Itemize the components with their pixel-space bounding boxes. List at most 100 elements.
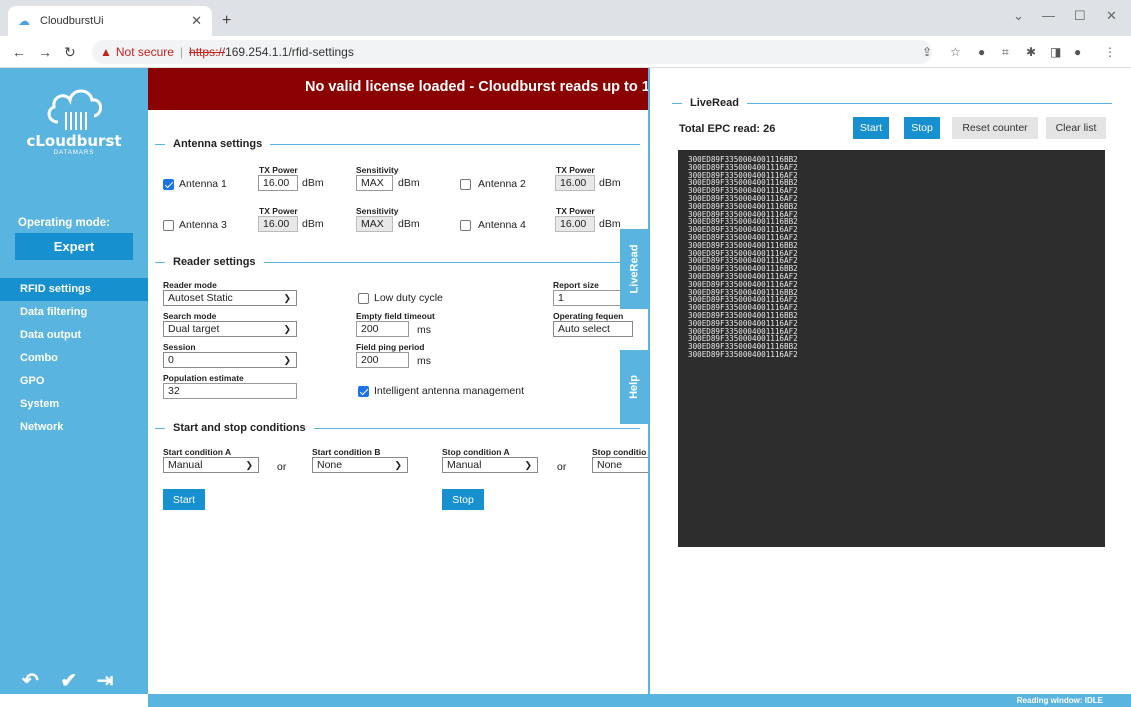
reset-counter-button[interactable]: Reset counter	[952, 117, 1038, 139]
undo-icon[interactable]: ↶	[22, 670, 39, 692]
reader-settings-header: Reader settings	[155, 255, 640, 269]
logo-word: cLoudburst	[26, 132, 122, 150]
antenna-2-checkbox[interactable]	[460, 179, 471, 190]
sidebar-item-data-filtering[interactable]: Data filtering	[0, 301, 148, 324]
check-icon[interactable]: ✔	[60, 670, 77, 692]
search-mode-label: Search mode	[163, 311, 217, 321]
antenna-2-tx-input[interactable]: 16.00	[555, 175, 595, 191]
sidebar-item-data-output[interactable]: Data output	[0, 324, 148, 347]
screenshot-icon[interactable]: ⌗	[1002, 45, 1009, 60]
low-duty-label: Low duty cycle	[374, 292, 443, 304]
operating-mode-label: Operating mode:	[18, 217, 111, 229]
stop-a-select[interactable]: Manual ❯	[442, 457, 538, 473]
epc-list[interactable]: 300ED89F3350004001116BB2 300ED89F33500040…	[678, 150, 1105, 547]
conditions-header: Start and stop conditions	[155, 421, 640, 435]
antenna-4-tx-input[interactable]: 16.00	[555, 216, 595, 232]
antenna-1-checkbox[interactable]	[163, 179, 174, 190]
stop-button[interactable]: Stop	[442, 489, 484, 510]
report-size-input[interactable]: 1	[553, 290, 623, 306]
intelligent-antenna-checkbox[interactable]	[358, 386, 369, 397]
search-mode-value: Dual target	[168, 323, 220, 335]
browser-tabstrip: ☁ CloudburstUi ✕ + ⌄ — ☐ ✕	[0, 0, 1131, 36]
puzzle-icon[interactable]: ✱	[1026, 45, 1036, 59]
start-b-select[interactable]: None ❯	[312, 457, 408, 473]
live-stop-button[interactable]: Stop	[904, 117, 940, 139]
stop-a-label: Stop condition A	[442, 447, 510, 457]
close-tab-icon[interactable]: ✕	[191, 13, 202, 29]
tab-title: CloudburstUi	[40, 15, 104, 27]
start-button[interactable]: Start	[163, 489, 205, 510]
empty-timeout-input[interactable]: 200	[356, 321, 409, 337]
share-icon[interactable]: ⇪	[922, 45, 932, 59]
op-freq-label: Operating fequen	[553, 311, 624, 321]
start-a-select[interactable]: Manual ❯	[163, 457, 259, 473]
browser-tab[interactable]: ☁ CloudburstUi ✕	[8, 6, 212, 36]
sidebar-item-gpo[interactable]: GPO	[0, 370, 148, 393]
liveread-header: LiveRead	[672, 96, 1112, 110]
antenna-1-tx-input[interactable]: 16.00	[258, 175, 298, 191]
maximize-icon[interactable]: ☐	[1074, 8, 1086, 24]
cloud-icon: ☁	[18, 14, 30, 28]
reload-icon[interactable]: ↻	[64, 44, 76, 61]
reader-mode-select[interactable]: Autoset Static ❯	[163, 290, 297, 306]
antenna-4-checkbox[interactable]	[460, 220, 471, 231]
ms-label: ms	[417, 355, 431, 367]
extension-icon[interactable]: ●	[978, 45, 985, 59]
search-mode-select[interactable]: Dual target ❯	[163, 321, 297, 337]
operating-mode-button[interactable]: Expert	[15, 233, 133, 260]
sensitivity-label: Sensitivity	[356, 206, 399, 216]
chevron-down-icon: ❯	[245, 460, 253, 470]
sidebar-item-combo[interactable]: Combo	[0, 347, 148, 370]
tx-power-label: TX Power	[259, 165, 298, 175]
live-start-button[interactable]: Start	[853, 117, 889, 139]
chevron-down-icon[interactable]: ⌄	[1013, 8, 1024, 24]
antenna-3-tx-input[interactable]: 16.00	[258, 216, 298, 232]
chevron-down-icon: ❯	[283, 293, 291, 303]
menu-icon[interactable]: ⋮	[1104, 45, 1116, 59]
url-field[interactable]: ▲ Not secure | https:// 169.254.1.1/rfid…	[92, 40, 932, 64]
tab-help-label: Help	[628, 375, 640, 399]
clear-list-button[interactable]: Clear list	[1046, 117, 1106, 139]
session-select[interactable]: 0 ❯	[163, 352, 297, 368]
antenna-3-sensitivity-input[interactable]: MAX	[356, 216, 393, 232]
tab-liveread[interactable]: LiveRead	[620, 229, 648, 309]
sidebar-item-system[interactable]: System	[0, 393, 148, 416]
reader-mode-label: Reader mode	[163, 280, 217, 290]
empty-timeout-label: Empty field timeout	[356, 311, 435, 321]
section-title: Antenna settings	[173, 138, 263, 150]
tab-help[interactable]: Help	[620, 350, 648, 424]
epc-list-item: 300ED89F3350004001116AF2	[688, 349, 798, 359]
sidebar-item-rfid-settings[interactable]: RFID settings	[0, 278, 148, 301]
logout-icon[interactable]: ⇥	[97, 670, 114, 692]
back-icon[interactable]: ←	[12, 44, 26, 60]
address-bar: ← → ↻ ▲ Not secure | https:// 169.254.1.…	[0, 36, 1131, 68]
sidebar-item-network[interactable]: Network	[0, 416, 148, 439]
settings-panel: No valid license loaded - Cloudburst rea…	[148, 68, 648, 694]
new-tab-button[interactable]: +	[222, 12, 231, 30]
liveread-panel: LiveRead Total EPC read: 26 Start Stop R…	[650, 68, 1131, 694]
low-duty-checkbox[interactable]	[358, 293, 369, 304]
close-window-icon[interactable]: ✕	[1106, 8, 1117, 24]
forward-icon[interactable]: →	[38, 44, 52, 60]
unit-label: dBm	[599, 218, 621, 230]
profile-icon[interactable]: ●	[1074, 45, 1081, 59]
field-ping-input[interactable]: 200	[356, 352, 409, 368]
warning-icon: ▲	[100, 45, 112, 59]
stop-b-label: Stop conditio	[592, 447, 647, 457]
sidepanel-icon[interactable]: ◨	[1050, 45, 1061, 59]
sidebar: cLoudburst DATAMARS Operating mode: Expe…	[0, 68, 148, 694]
tab-liveread-label: LiveRead	[628, 244, 641, 294]
antenna-1-sensitivity-input[interactable]: MAX	[356, 175, 393, 191]
logo: cLoudburst DATAMARS	[20, 82, 128, 182]
population-input[interactable]: 32	[163, 383, 297, 399]
minimize-icon[interactable]: —	[1042, 8, 1055, 23]
antenna-2-label: Antenna 2	[478, 178, 526, 190]
antenna-3-checkbox[interactable]	[163, 220, 174, 231]
reader-mode-value: Autoset Static	[168, 292, 233, 304]
or-label: or	[557, 461, 567, 473]
op-freq-select[interactable]: Auto select	[553, 321, 633, 337]
report-size-label: Report size	[553, 280, 599, 290]
star-icon[interactable]: ☆	[950, 45, 961, 59]
sensitivity-label: Sensitivity	[356, 165, 399, 175]
stop-b-select[interactable]: None	[592, 457, 648, 473]
